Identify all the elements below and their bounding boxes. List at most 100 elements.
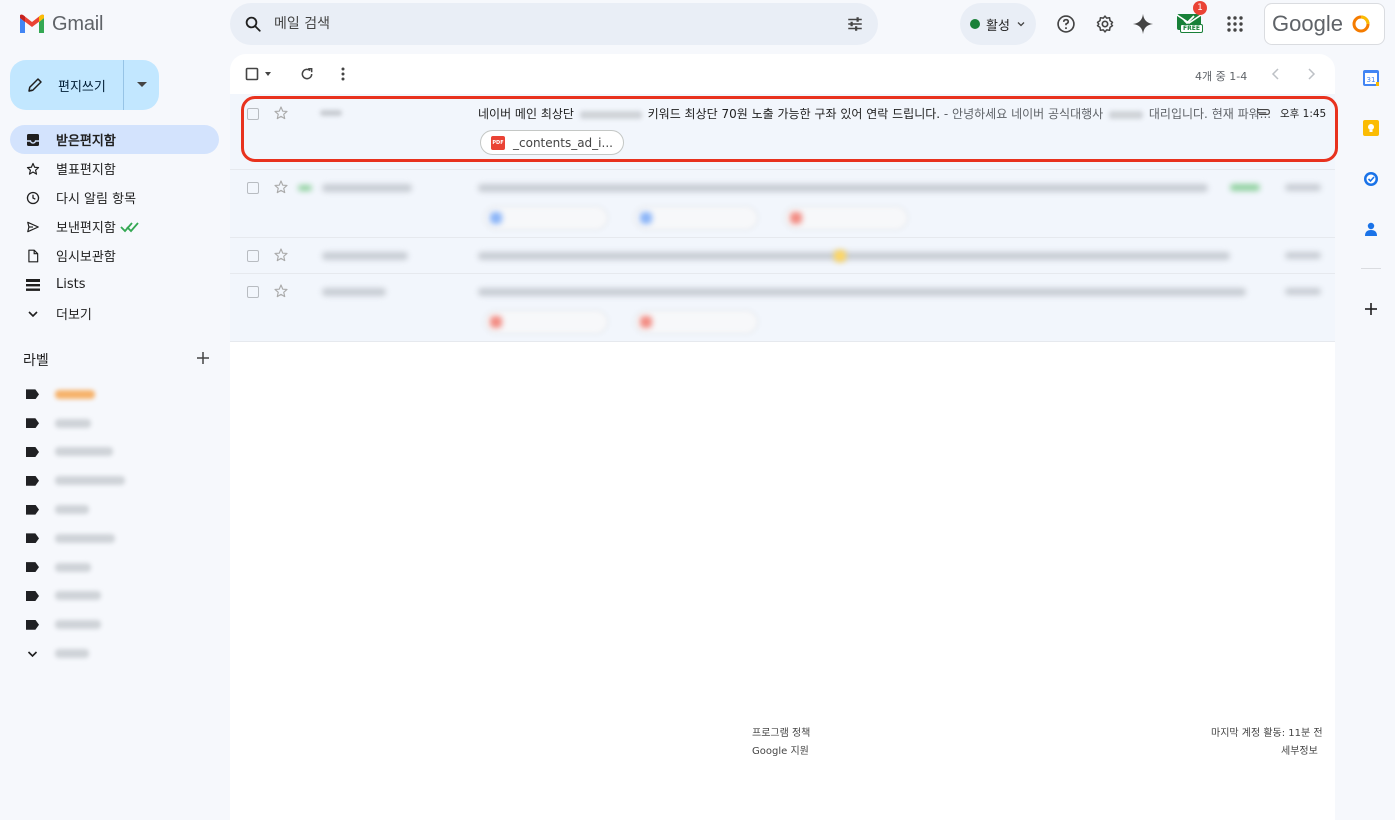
compose-dropdown[interactable] [124, 82, 159, 88]
label-item[interactable] [26, 495, 125, 524]
star-icon[interactable] [273, 179, 289, 195]
status-dropdown[interactable]: 활성 [960, 3, 1036, 45]
add-addon-icon[interactable] [1356, 294, 1386, 324]
label-name-redacted [55, 505, 89, 515]
row-checkbox[interactable] [247, 250, 259, 262]
checkbox-icon [245, 67, 271, 81]
gear-icon[interactable] [1093, 12, 1117, 36]
next-page-icon[interactable] [1302, 65, 1320, 83]
add-label-icon[interactable] [195, 350, 211, 366]
redacted-content [1285, 184, 1321, 191]
row-checkbox[interactable] [247, 286, 259, 298]
label-item[interactable] [26, 380, 125, 409]
redacted-attachment [634, 310, 758, 334]
app-name: Gmail [52, 12, 104, 35]
label-item[interactable] [26, 466, 125, 495]
draft-icon [26, 249, 40, 263]
search-options-icon[interactable] [846, 15, 864, 33]
star-icon[interactable] [273, 105, 289, 121]
tasks-icon[interactable] [1356, 164, 1386, 194]
mail-toolbar: 4개 중 1-4 [230, 54, 1335, 94]
last-activity-text: 마지막 계정 활동: 11분 전 [1211, 728, 1323, 739]
label-item[interactable] [26, 582, 125, 611]
program-policy-link[interactable]: 프로그램 정책 [752, 724, 810, 739]
prev-page-icon[interactable] [1267, 65, 1285, 83]
row-checkbox[interactable] [247, 182, 259, 194]
redacted-attachment [484, 206, 608, 230]
redacted-text [579, 110, 642, 119]
label-more[interactable] [26, 639, 125, 668]
send-icon [26, 220, 40, 234]
inbox-icon [26, 133, 40, 147]
sidebar-item-sent[interactable]: 보낸편지함 [10, 212, 219, 241]
status-label: 활성 [986, 18, 1010, 34]
redacted-content [790, 212, 802, 224]
star-icon [26, 162, 40, 176]
compose-button[interactable]: 편지쓰기 [10, 60, 159, 110]
label-icon [26, 504, 39, 515]
label-name-redacted [55, 389, 95, 399]
redacted-attachment [634, 206, 758, 230]
label-item[interactable] [26, 409, 125, 438]
lists-icon [26, 278, 40, 292]
attachment-chip[interactable]: PDF _contents_ad_i... [480, 130, 624, 155]
label-item[interactable] [26, 553, 125, 582]
star-icon[interactable] [273, 283, 289, 299]
gmail-logo[interactable]: Gmail [18, 12, 103, 36]
extension-mail-icon[interactable]: 1 FREE [1176, 1, 1207, 34]
details-link[interactable]: 세부정보 [1281, 742, 1318, 757]
label-icon [26, 562, 39, 573]
compose-label: 편지쓰기 [58, 79, 106, 95]
clock-icon [26, 191, 40, 205]
sidebar-item-label: 받은편지함 [56, 134, 116, 149]
email-snippet-rest: 대리입니다. 현재 파워... [1148, 107, 1272, 121]
free-tag: FREE [1180, 24, 1203, 33]
account-button[interactable]: Google [1264, 3, 1385, 45]
pagination-count: 4개 중 1-4 [1195, 70, 1248, 83]
label-item[interactable] [26, 438, 125, 467]
label-item[interactable] [26, 610, 125, 639]
search-icon[interactable] [244, 15, 262, 33]
apps-grid-icon[interactable] [1223, 12, 1247, 36]
redacted-attachment [484, 310, 608, 334]
search-input[interactable] [274, 16, 846, 32]
redacted-content [490, 316, 502, 328]
row-checkbox[interactable] [247, 108, 259, 120]
select-all-checkbox[interactable] [245, 65, 277, 83]
search-bar[interactable] [230, 3, 878, 45]
email-row[interactable] [230, 170, 1335, 238]
redacted-content [490, 212, 502, 224]
redacted-content [1230, 184, 1260, 191]
email-row[interactable]: 네이버 메인 최상단 키워드 최상단 70원 노출 가능한 구좌 있어 연락 드… [230, 94, 1335, 170]
sidebar-item-lists[interactable]: Lists [10, 270, 219, 299]
label-item[interactable] [26, 524, 125, 553]
sidebar-item-drafts[interactable]: 임시보관함 [10, 241, 219, 270]
google-support-link[interactable]: Google 지원 [752, 742, 809, 757]
sidebar-item-label: Lists [56, 277, 86, 292]
keep-icon[interactable] [1356, 113, 1386, 143]
sidebar-item-starred[interactable]: 별표편지함 [10, 154, 219, 183]
attachment-name: _contents_ad_i... [513, 135, 613, 150]
contacts-icon[interactable] [1356, 214, 1386, 244]
refresh-icon[interactable] [298, 65, 316, 83]
calendar-icon[interactable]: 31 [1356, 63, 1386, 93]
gemini-sparkle-icon[interactable] [1131, 12, 1155, 36]
label-name-redacted [55, 418, 91, 428]
email-list: 네이버 메인 최상단 키워드 최상단 70원 노출 가능한 구좌 있어 연락 드… [230, 94, 1335, 342]
svg-text:31: 31 [1367, 76, 1376, 84]
redacted-content [640, 316, 652, 328]
sidebar-item-snoozed[interactable]: 다시 알림 항목 [10, 183, 219, 212]
email-row[interactable] [230, 274, 1335, 342]
label-more-redacted [55, 649, 89, 659]
gmail-m-icon [20, 14, 44, 33]
sidebar-item-more[interactable]: 더보기 [10, 299, 219, 328]
compose-main[interactable]: 편지쓰기 [10, 60, 123, 110]
star-icon[interactable] [273, 247, 289, 263]
pdf-icon: PDF [491, 135, 505, 150]
more-vert-icon[interactable] [334, 65, 352, 83]
label-name-redacted [55, 620, 101, 630]
status-dot [970, 19, 981, 29]
email-row[interactable] [230, 238, 1335, 274]
help-icon[interactable] [1054, 12, 1078, 36]
sidebar-item-inbox[interactable]: 받은편지함 [10, 125, 219, 154]
